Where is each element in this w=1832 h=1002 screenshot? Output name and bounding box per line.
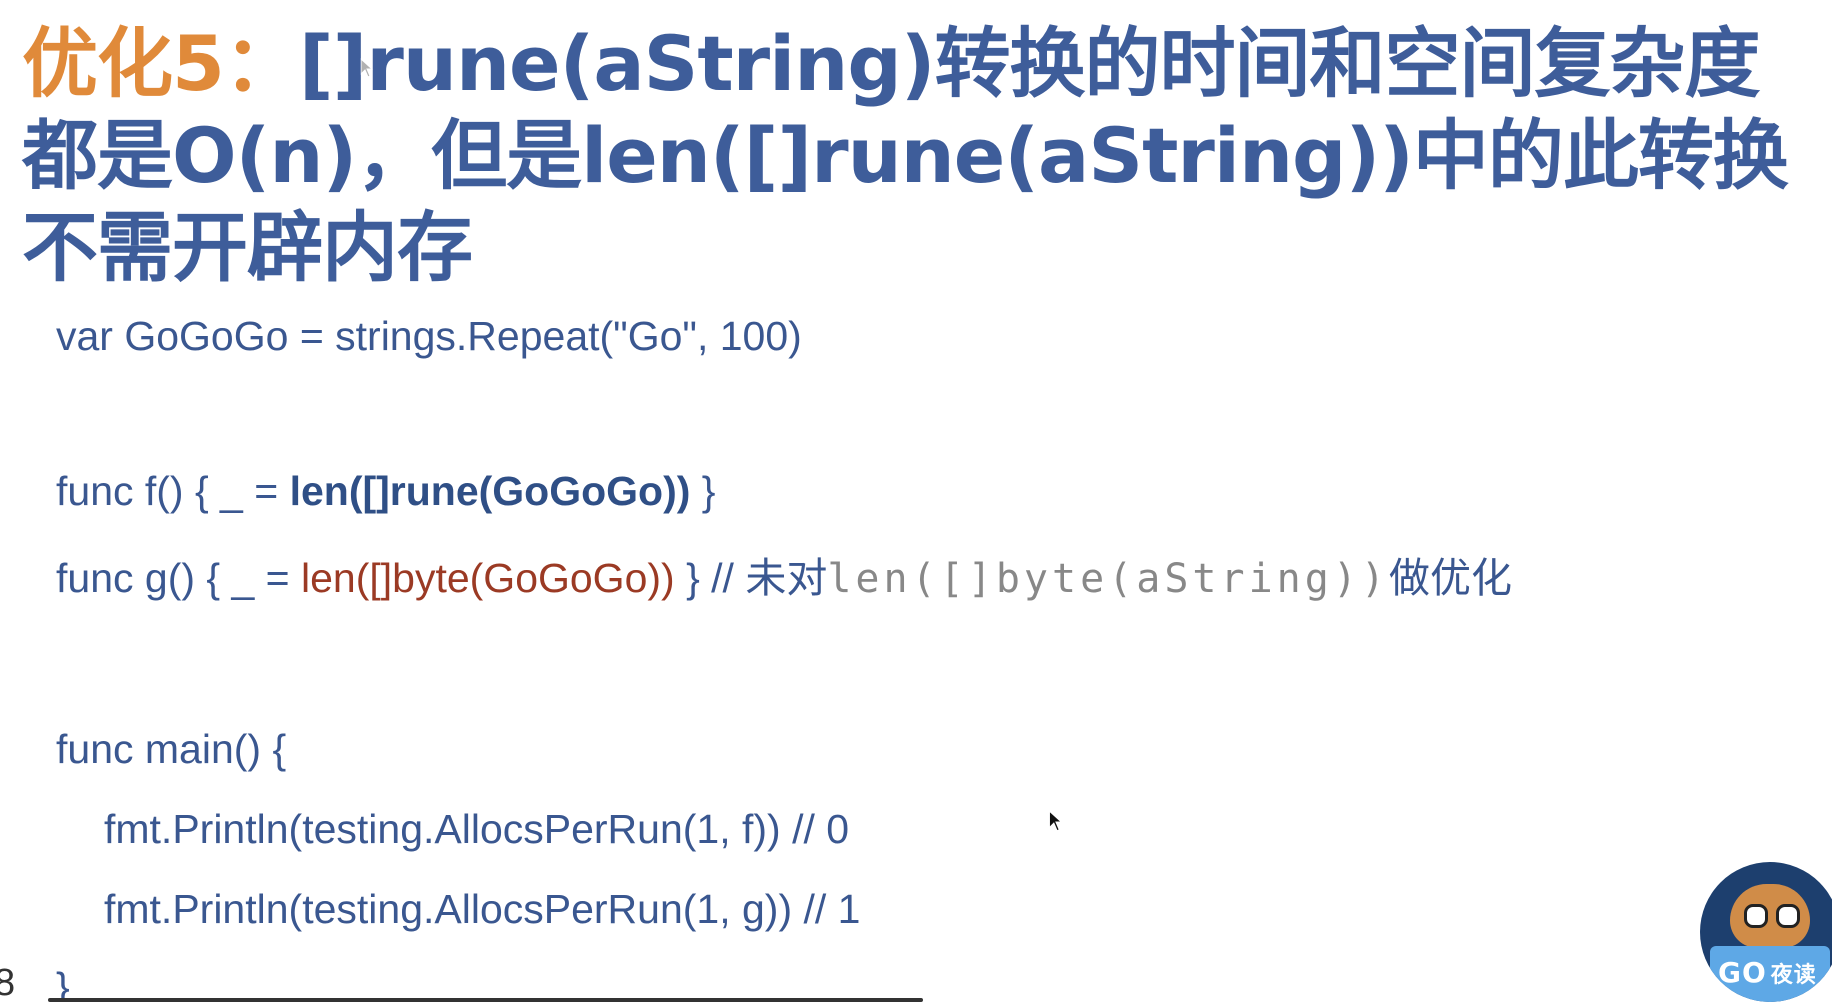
func-f-call: len([]rune(GoGoGo)) [289,468,691,514]
code-line-main-close: } [56,964,70,1002]
func-g-prefix: func g() { _ = [56,555,301,601]
func-f-suffix: } [690,468,716,514]
comment-code: len([]byte(aString)) [827,556,1389,602]
slide-title: 优化5：[]rune(aString)转换的时间和空间复杂度都是O(n)，但是l… [22,18,1812,294]
gopher-face [1730,884,1810,948]
code-line-main-open: func main() { [56,726,287,772]
func-g-call: len([]byte(GoGoGo)) [301,555,675,601]
func-g-suffix: } // [674,555,746,601]
gopher-eye-right [1776,904,1800,928]
comment-cjk-2: 做优化 [1388,554,1512,602]
gopher-eye-left [1744,904,1768,928]
mouse-pointer-icon [360,57,374,83]
go-night-reading-logo-icon: GO 夜读 [1700,862,1832,1002]
code-line-func-g: func g() { _ = len([]byte(GoGoGo)) } // … [56,553,1512,604]
logo-text: GO 夜读 [1718,956,1817,989]
code-line-var: var GoGoGo = strings.Repeat("Go", 100) [56,313,802,359]
title-prefix: 优化5： [22,19,300,108]
code-line-println-g: fmt.Println(testing.AllocsPerRun(1, g)) … [104,886,861,932]
mouse-pointer-icon [1048,809,1064,837]
code-line-func-f: func f() { _ = len([]rune(GoGoGo)) } [56,466,716,516]
progress-bar[interactable] [48,998,923,1002]
code-line-println-f: fmt.Println(testing.AllocsPerRun(1, f)) … [104,806,850,852]
page-number: 8 [0,962,16,1002]
logo-sub: 夜读 [1770,963,1817,988]
comment-cjk-1: 未对 [745,554,828,602]
logo-brand: GO [1718,956,1767,989]
func-f-prefix: func f() { _ = [56,468,290,514]
